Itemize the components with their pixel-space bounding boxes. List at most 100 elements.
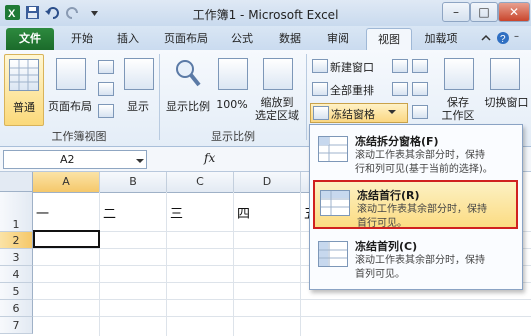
sync-scroll-icon[interactable]: [412, 82, 428, 96]
save-workspace-label-2: 工作区: [441, 109, 475, 122]
select-all-corner[interactable]: [0, 172, 33, 192]
grid-line: [233, 192, 234, 336]
tab-formulas[interactable]: 公式: [222, 28, 262, 50]
row-header-6[interactable]: 6: [0, 300, 33, 317]
chevron-down-icon: [387, 107, 397, 120]
grid-line: [166, 192, 167, 336]
grid-line: [300, 192, 301, 336]
switch-windows-label: 切换窗口: [484, 96, 529, 109]
zoom-100-label: 100%: [216, 98, 248, 111]
normal-view-button[interactable]: 普通: [4, 54, 44, 126]
tab-add-ins[interactable]: 加载项: [416, 28, 466, 50]
new-window-button[interactable]: 新建窗口: [312, 58, 388, 74]
menu-item-description: 滚动工作表其余部分时，保持 首行可见。: [357, 204, 487, 229]
split-icon[interactable]: [392, 59, 408, 73]
show-button[interactable]: 显示: [120, 54, 156, 124]
page-break-preview-icon[interactable]: [98, 60, 114, 74]
cell-c1[interactable]: 三: [170, 203, 183, 222]
grid-line: [33, 316, 531, 317]
new-window-label: 新建窗口: [330, 61, 374, 74]
magnifier-icon: [174, 58, 202, 91]
cell-d1[interactable]: 四: [237, 203, 250, 222]
column-header-a[interactable]: A: [33, 172, 100, 193]
row-header-7[interactable]: 7: [0, 317, 33, 334]
menu-item-description: 滚动工作表其余部分时，保持 首列可见。: [355, 255, 485, 280]
new-window-icon: [312, 59, 328, 73]
menu-item-title: 冻结首行(R): [357, 189, 420, 202]
group-label-workbook-views: 工作簿视图: [51, 130, 107, 143]
normal-view-icon: [9, 59, 39, 91]
maximize-button[interactable]: □: [470, 2, 498, 22]
hide-icon[interactable]: [392, 82, 408, 96]
tab-file[interactable]: 文件: [6, 28, 54, 50]
arrange-all-button[interactable]: 全部重排: [312, 81, 388, 97]
row-header-2[interactable]: 2: [0, 232, 33, 249]
menu-item-freeze-panes[interactable]: 冻结拆分窗格(F) 滚动工作表其余部分时，保持 行和列可见(基于当前的选择)。: [313, 128, 518, 177]
freeze-first-column-icon: [318, 241, 348, 267]
row-header-5[interactable]: 5: [0, 283, 33, 300]
insert-function-icon[interactable]: fx: [204, 151, 215, 165]
grid-line: [99, 192, 100, 336]
freeze-top-row-icon: [320, 190, 350, 216]
page-layout-label: 页面布局: [48, 100, 92, 113]
page-layout-icon: [56, 58, 86, 90]
group-label-zoom: 显示比例: [211, 130, 255, 143]
save-workspace-icon: [444, 58, 474, 90]
freeze-panes-label: 冻结窗格: [331, 108, 375, 121]
name-box[interactable]: A2: [3, 150, 147, 169]
workbook-minimize-button[interactable]: –: [514, 31, 519, 42]
tab-view[interactable]: 视图: [366, 28, 412, 51]
menu-item-freeze-first-column[interactable]: 冻结首列(C) 滚动工作表其余部分时，保持 首列可见。: [313, 233, 518, 282]
cell-b1[interactable]: 二: [103, 203, 116, 222]
row-header-3[interactable]: 3: [0, 249, 33, 266]
tab-home[interactable]: 开始: [62, 28, 102, 50]
column-header-c[interactable]: C: [167, 172, 234, 193]
menu-item-title: 冻结首列(C): [355, 240, 418, 253]
svg-text:?: ?: [500, 34, 506, 45]
custom-views-icon[interactable]: [98, 82, 114, 96]
tab-review[interactable]: 审阅: [318, 28, 358, 50]
zoom-to-selection-button[interactable]: 缩放到 选定区域: [252, 54, 302, 128]
save-workspace-button[interactable]: 保存 工作区: [436, 54, 480, 128]
tab-insert[interactable]: 插入: [108, 28, 148, 50]
menu-item-description: 滚动工作表其余部分时，保持 行和列可见(基于当前的选择)。: [355, 150, 493, 175]
group-separator: [306, 54, 307, 140]
column-header-b[interactable]: B: [100, 172, 167, 193]
cell-a1[interactable]: 一: [36, 203, 49, 222]
row-header-4[interactable]: 4: [0, 266, 33, 283]
reset-window-position-icon[interactable]: [412, 105, 428, 119]
active-cell-a2[interactable]: [33, 230, 100, 248]
zoom-button[interactable]: 显示比例: [164, 54, 212, 124]
minimize-button[interactable]: –: [442, 2, 470, 22]
full-screen-icon[interactable]: [98, 104, 114, 118]
tab-page-layout[interactable]: 页面布局: [156, 28, 216, 50]
freeze-panes-icon: [313, 106, 329, 120]
zoom-100-button[interactable]: 100%: [214, 54, 250, 124]
collapse-ribbon-icon[interactable]: [480, 32, 492, 47]
tab-data[interactable]: 数据: [270, 28, 310, 50]
column-header-d[interactable]: D: [234, 172, 301, 193]
freeze-panes-button[interactable]: 冻结窗格: [310, 103, 408, 123]
show-icon: [124, 58, 154, 90]
freeze-panes-icon: [318, 136, 348, 162]
menu-item-freeze-top-row[interactable]: 冻结首行(R) 滚动工作表其余部分时，保持 首行可见。: [313, 180, 518, 229]
normal-view-label: 普通: [13, 101, 35, 114]
freeze-panes-menu: 冻结拆分窗格(F) 滚动工作表其余部分时，保持 行和列可见(基于当前的选择)。 冻…: [309, 124, 523, 290]
menu-item-title: 冻结拆分窗格(F): [355, 135, 439, 148]
grid-line: [33, 299, 531, 300]
name-box-value: A2: [60, 153, 75, 166]
chevron-down-icon: [136, 155, 144, 168]
help-icon[interactable]: ?: [496, 31, 510, 48]
zoom-100-icon: [218, 58, 248, 90]
ribbon-tabs: 文件 开始 插入 页面布局 公式 数据 审阅 视图 加载项 ? –: [0, 26, 531, 51]
title-bar: X 工作簿1 - Microsoft Excel – □ ✕: [0, 0, 531, 26]
switch-windows-icon: [490, 58, 520, 90]
show-label: 显示: [127, 100, 149, 113]
switch-windows-button[interactable]: 切换窗口: [482, 54, 531, 128]
view-side-by-side-icon[interactable]: [412, 59, 428, 73]
zoom-to-selection-icon: [263, 58, 293, 90]
close-button[interactable]: ✕: [498, 2, 530, 22]
row-header-1[interactable]: 1: [0, 192, 33, 232]
zoom-to-selection-label-2: 选定区域: [255, 109, 299, 122]
page-layout-view-button[interactable]: 页面布局: [44, 54, 96, 124]
